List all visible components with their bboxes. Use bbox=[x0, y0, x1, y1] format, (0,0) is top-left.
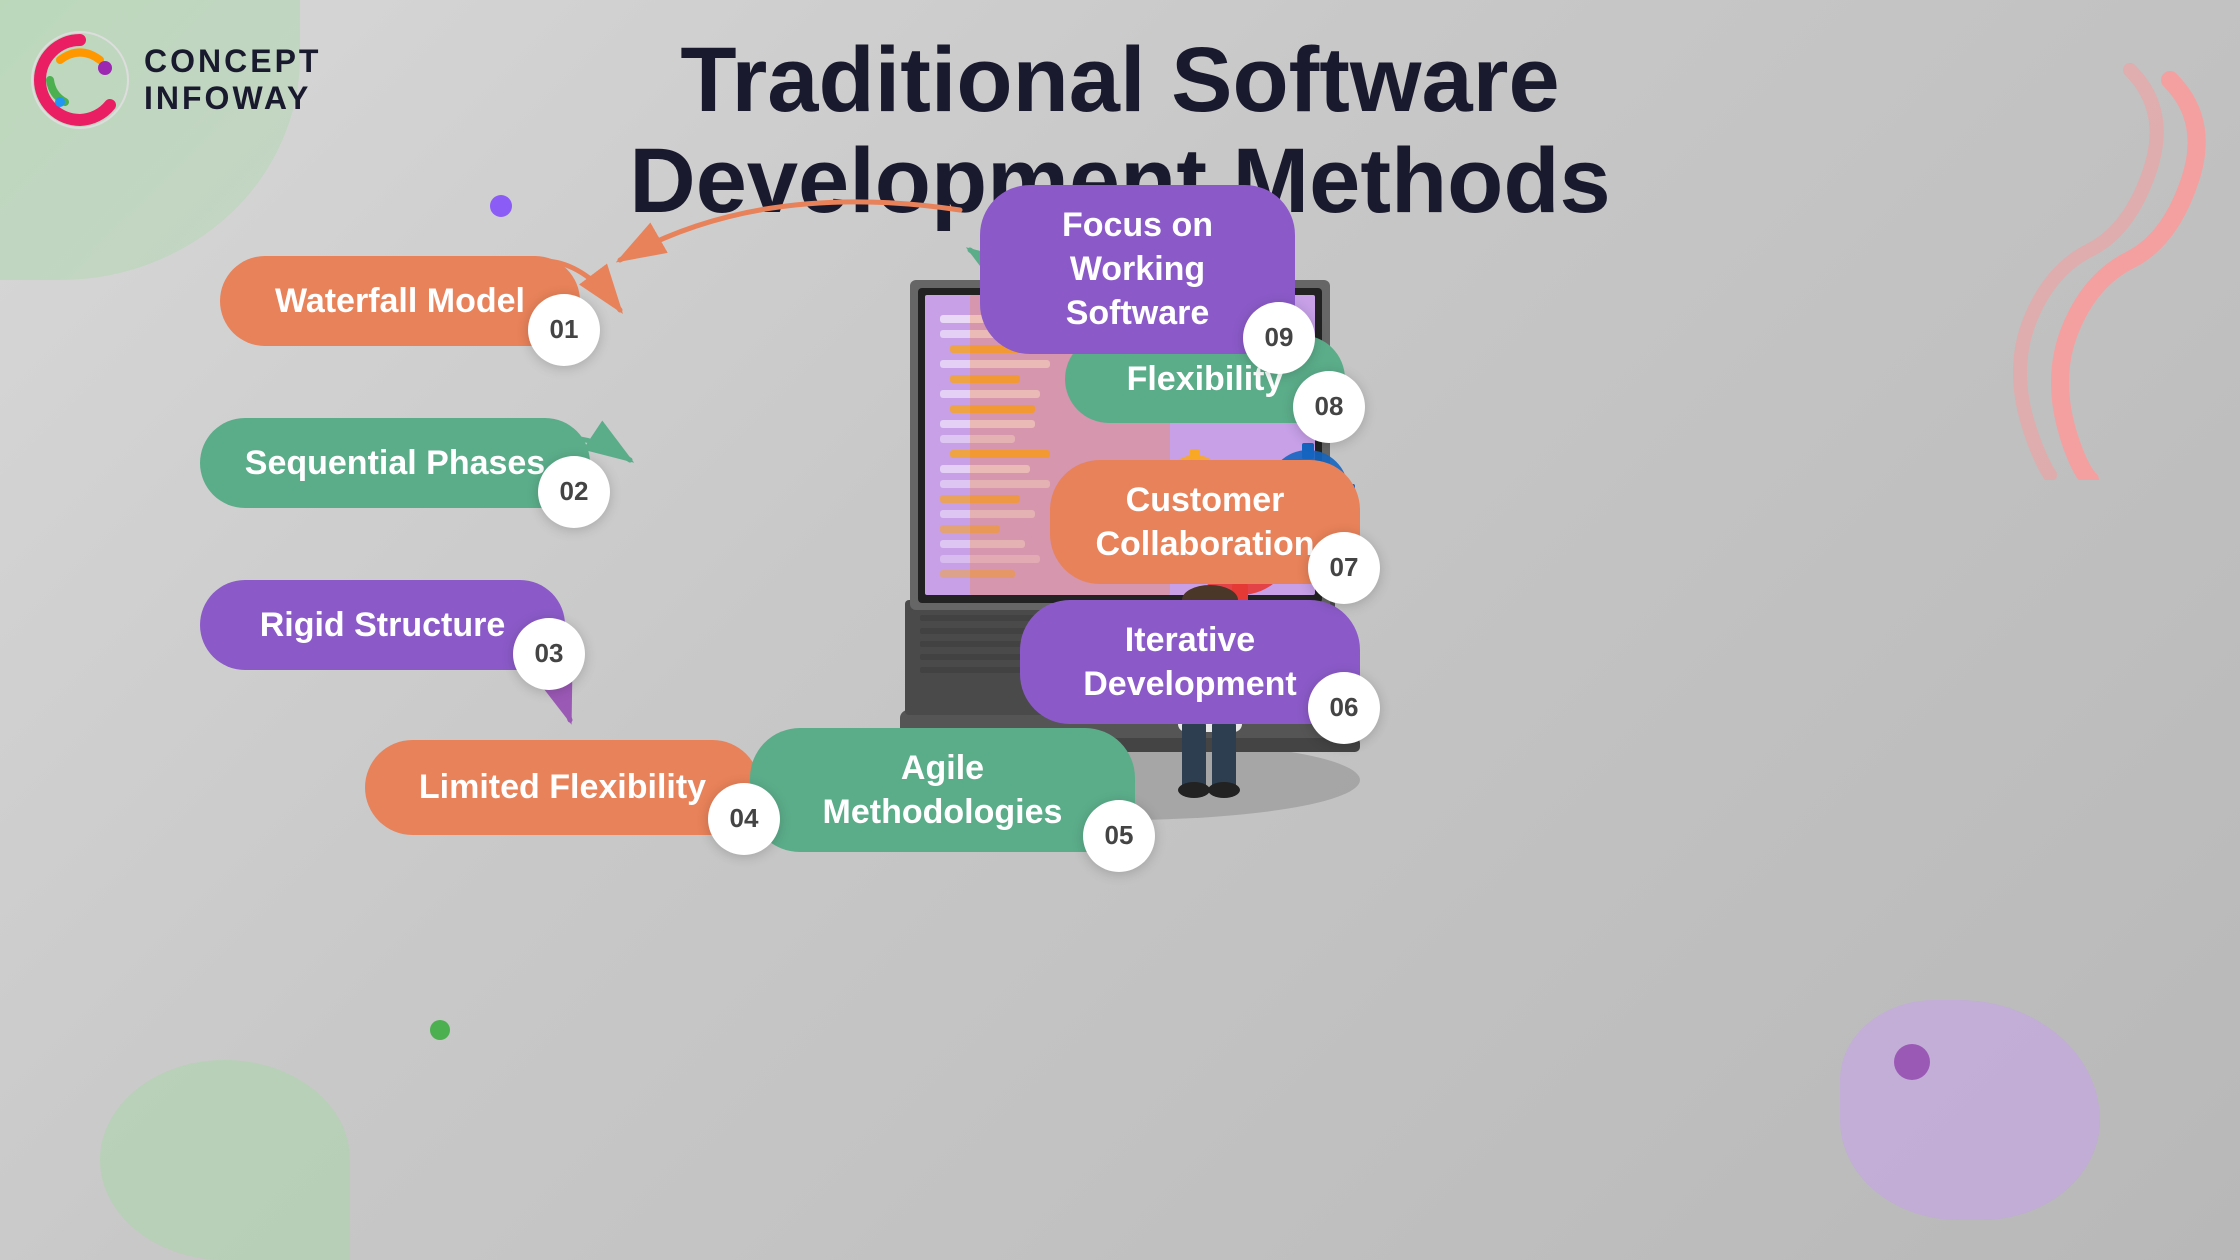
logo-icon bbox=[30, 30, 130, 130]
item-wrapper-03: Rigid Structure03 bbox=[200, 580, 645, 670]
item-wrapper-06: IterativeDevelopment06 bbox=[1020, 600, 1440, 724]
item-bubble-06: IterativeDevelopment06 bbox=[1020, 600, 1360, 724]
logo: CONCEPT INFOWAY bbox=[30, 30, 321, 130]
logo-name-top: CONCEPT bbox=[144, 43, 321, 80]
logo-text: CONCEPT INFOWAY bbox=[144, 43, 321, 117]
item-bubble-03: Rigid Structure03 bbox=[200, 580, 565, 670]
item-number-08: 08 bbox=[1293, 371, 1365, 443]
bg-blob-bottom-left bbox=[100, 1060, 350, 1260]
bg-swirl-top-right bbox=[1930, 60, 2210, 480]
bg-dot-purple-bottom bbox=[1894, 1044, 1930, 1080]
item-wrapper-09: Focus on WorkingSoftware09 bbox=[980, 185, 1375, 354]
item-number-07: 07 bbox=[1308, 532, 1380, 604]
item-bubble-05: AgileMethodologies05 bbox=[750, 728, 1135, 852]
item-number-05: 05 bbox=[1083, 800, 1155, 872]
item-number-02: 02 bbox=[538, 456, 610, 528]
item-bubble-02: Sequential Phases02 bbox=[200, 418, 590, 508]
logo-name-bottom: INFOWAY bbox=[144, 80, 321, 117]
bg-blob-bottom-right bbox=[1840, 1000, 2100, 1220]
item-number-06: 06 bbox=[1308, 672, 1380, 744]
bg-dot-green-bottom bbox=[430, 1020, 450, 1040]
item-number-03: 03 bbox=[513, 618, 585, 690]
title-line1: Traditional Software bbox=[629, 30, 1610, 131]
item-wrapper-01: Waterfall Model01 bbox=[220, 256, 660, 346]
bg-dot-purple-top bbox=[490, 195, 512, 217]
item-bubble-01: Waterfall Model01 bbox=[220, 256, 580, 346]
item-number-01: 01 bbox=[528, 294, 600, 366]
item-bubble-07: CustomerCollaboration07 bbox=[1050, 460, 1360, 584]
item-bubble-09: Focus on WorkingSoftware09 bbox=[980, 185, 1295, 354]
item-number-09: 09 bbox=[1243, 302, 1315, 374]
item-wrapper-07: CustomerCollaboration07 bbox=[1050, 460, 1440, 584]
item-bubble-04: Limited Flexibility04 bbox=[365, 740, 760, 835]
item-wrapper-02: Sequential Phases02 bbox=[200, 418, 670, 508]
item-number-04: 04 bbox=[708, 783, 780, 855]
item-wrapper-05: AgileMethodologies05 bbox=[750, 728, 1215, 852]
